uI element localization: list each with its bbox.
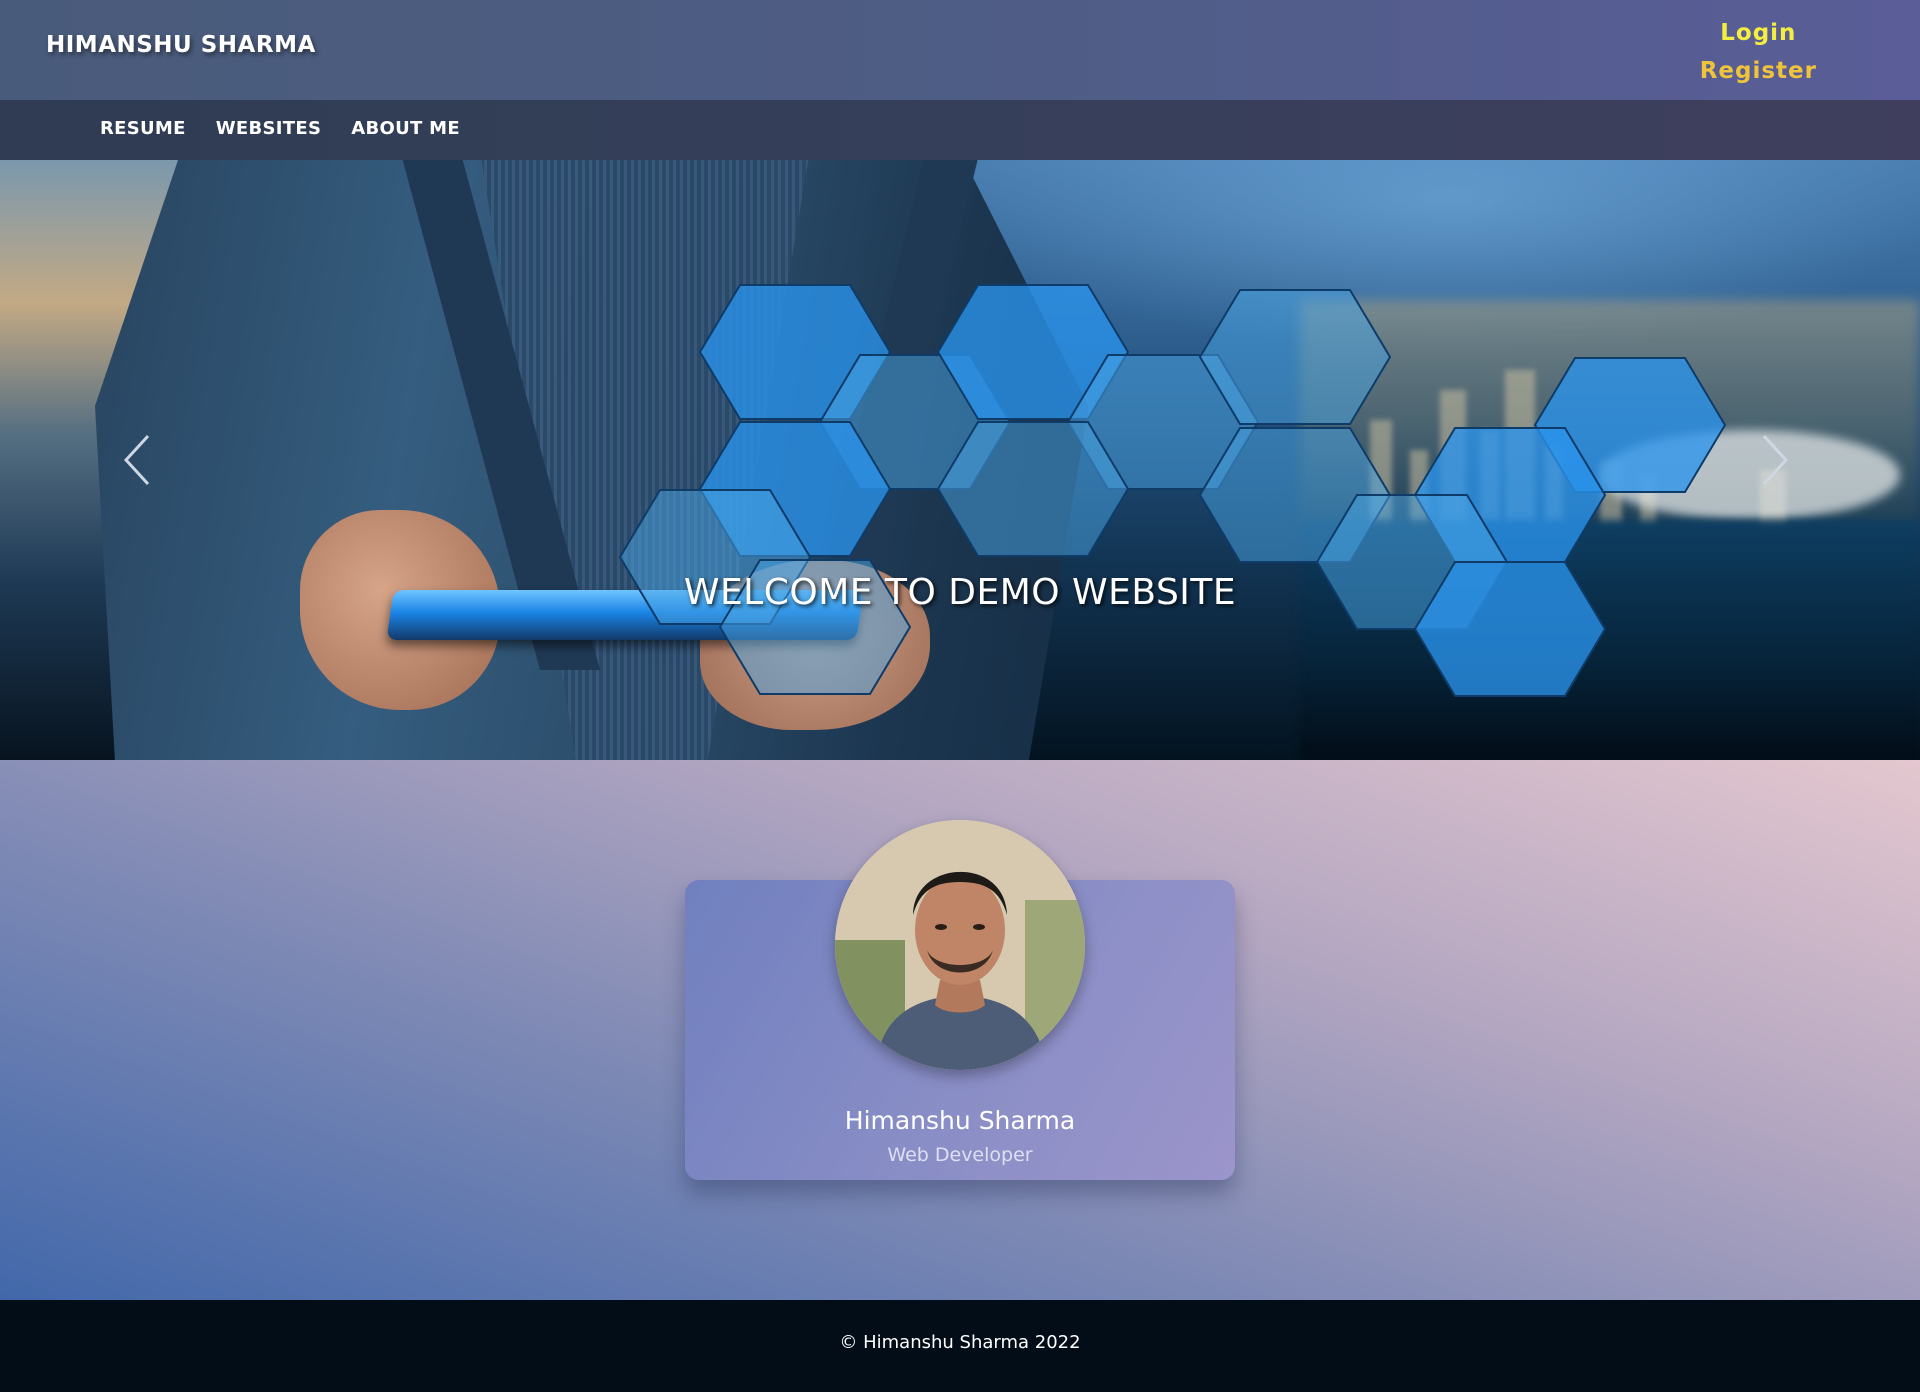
hero-hexagon-overlay — [618, 284, 1727, 697]
profile-name: Himanshu Sharma — [844, 1106, 1076, 1135]
nav-item-resume: RESUME — [100, 118, 186, 139]
main-content: Himanshu Sharma Web Developer — [0, 760, 1920, 1300]
chevron-right-icon — [1762, 434, 1789, 486]
footer-copyright: © Himanshu Sharma 2022 — [839, 1332, 1081, 1353]
profile-role: Web Developer — [887, 1144, 1033, 1166]
carousel-next-button[interactable] — [1750, 430, 1800, 490]
profile-card: Himanshu Sharma Web Developer — [685, 820, 1235, 1180]
carousel-prev-button[interactable] — [118, 430, 168, 490]
nav-item-about-me: ABOUT ME — [351, 118, 460, 139]
profile-photo — [835, 820, 1085, 1070]
site-header: HIMANSHU SHARMA Login Register — [0, 0, 1920, 100]
main-nav: RESUME WEBSITES ABOUT ME — [0, 100, 1920, 160]
avatar — [835, 820, 1085, 1070]
nav-link-resume[interactable]: RESUME — [100, 118, 186, 139]
nav-link-websites[interactable]: WEBSITES — [216, 118, 321, 139]
site-footer: © Himanshu Sharma 2022 — [0, 1300, 1920, 1392]
register-link[interactable]: Register — [1700, 52, 1817, 90]
hero-carousel: WELCOME TO DEMO WEBSITE — [0, 160, 1920, 760]
nav-item-websites: WEBSITES — [216, 118, 321, 139]
nav-list: RESUME WEBSITES ABOUT ME — [100, 118, 460, 139]
site-brand[interactable]: HIMANSHU SHARMA — [46, 32, 316, 58]
hero-caption: WELCOME TO DEMO WEBSITE — [683, 572, 1237, 613]
nav-link-about-me[interactable]: ABOUT ME — [351, 118, 460, 139]
auth-links: Login Register — [1700, 14, 1817, 90]
login-link[interactable]: Login — [1700, 14, 1817, 52]
chevron-left-icon — [123, 434, 150, 486]
